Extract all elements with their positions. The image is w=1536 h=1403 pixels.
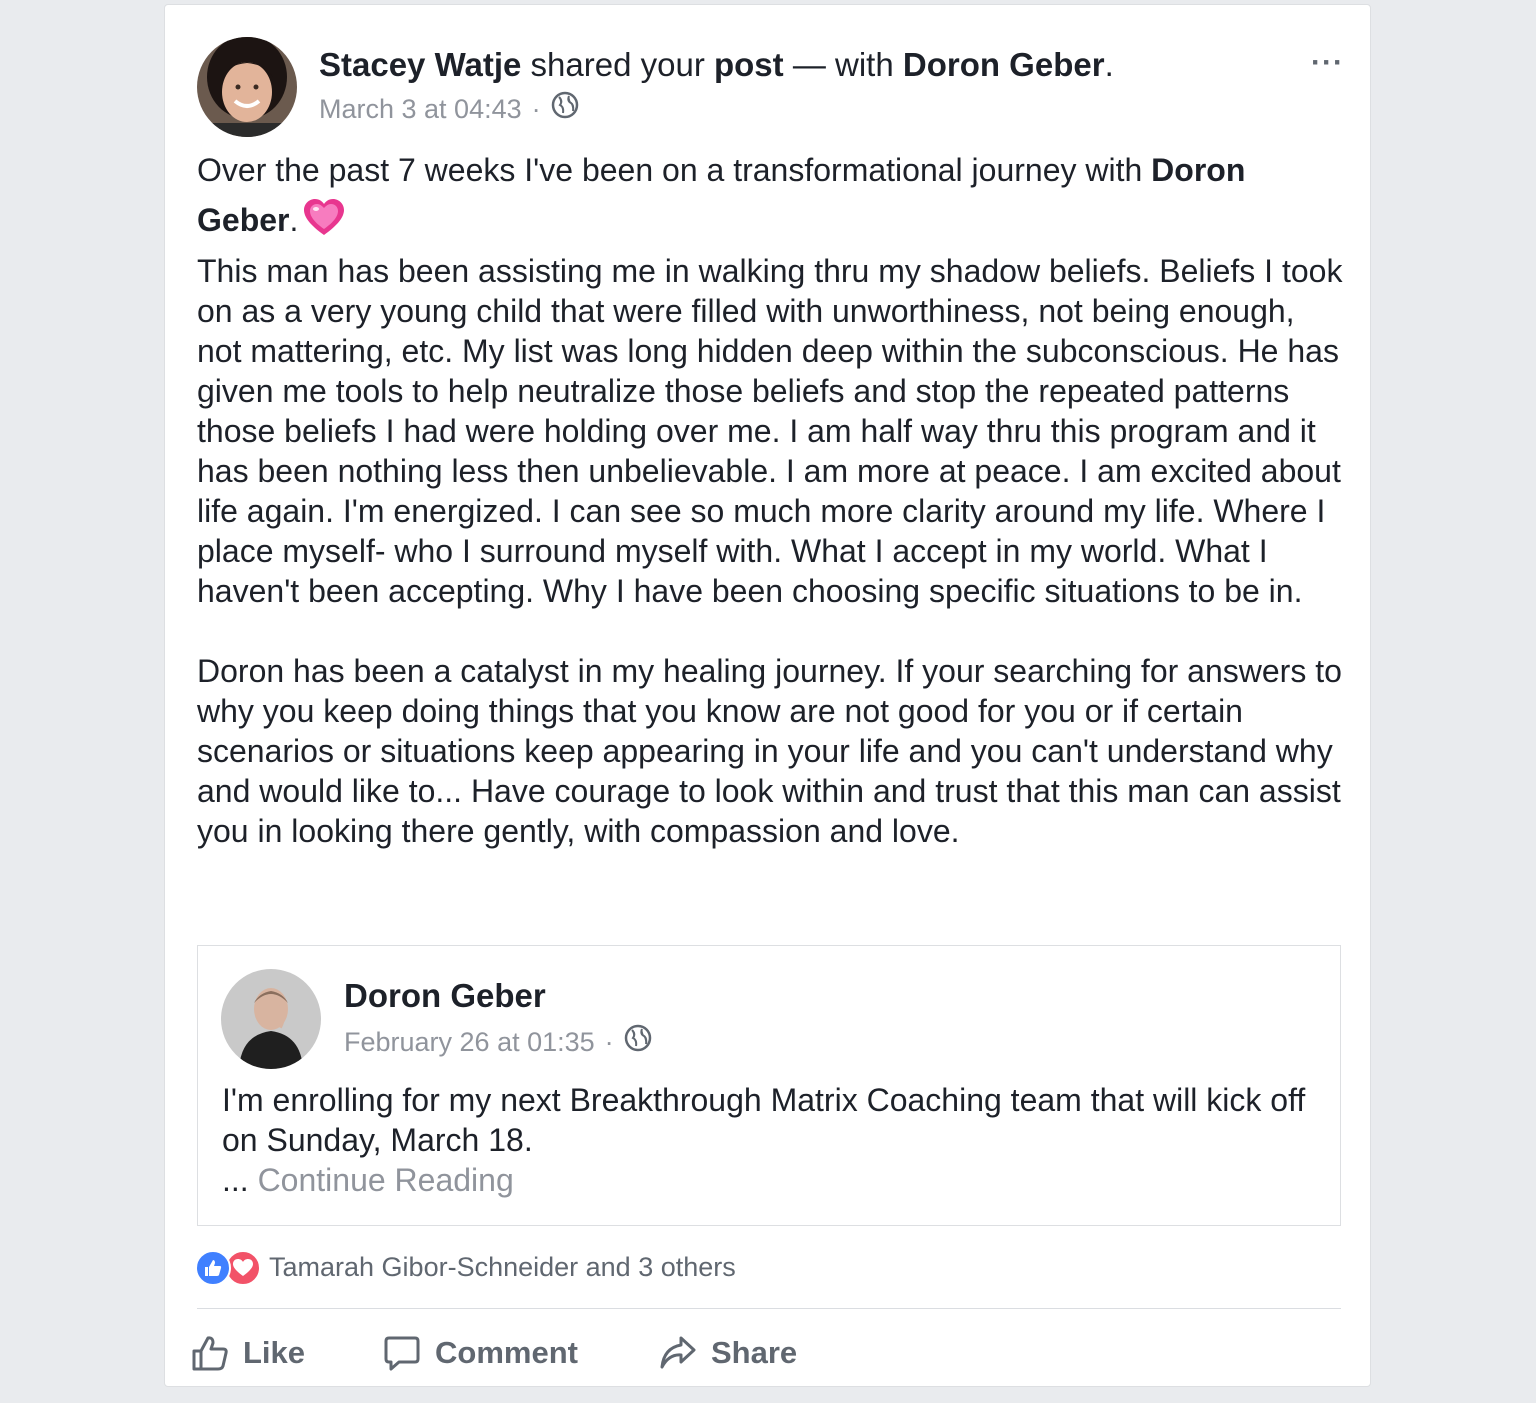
reaction-icons [195,1250,261,1286]
sparkling-heart-emoji [304,199,345,251]
ellipsis: ... [222,1162,249,1198]
shared-post-body: I'm enrolling for my next Breakthrough M… [222,1082,1306,1158]
post-paragraph-2: Doron has been a catalyst in my healing … [197,653,1342,849]
shared-post-text: I'm enrolling for my next Breakthrough M… [222,1080,1312,1200]
intro-text: Over the past 7 weeks I've been on a tra… [197,152,1143,188]
like-reaction-icon [195,1250,231,1286]
post-body: Over the past 7 weeks I've been on a tra… [197,145,1347,851]
share-label: Share [711,1335,798,1370]
shared-meta-separator: · [604,1027,614,1057]
shared-author-name[interactable]: Doron Geber [344,974,546,1018]
author-name[interactable]: Stacey Watje [319,46,521,83]
globe-icon[interactable] [624,1024,652,1060]
shared-post-card[interactable]: Doron Geber February 26 at 01:35 · I'm e… [197,945,1341,1226]
intro-period: . [289,202,299,238]
like-icon [192,1336,228,1371]
globe-icon[interactable] [551,91,579,127]
actions-divider [197,1308,1341,1309]
post-card: Stacey Watje shared your post — with Dor… [164,4,1371,1387]
continue-reading-link[interactable]: Continue Reading [258,1162,514,1198]
post-timestamp[interactable]: March 3 at 04:43 [319,92,522,126]
comment-icon [384,1336,420,1371]
header-action-text: shared your [530,46,705,83]
more-options-icon[interactable]: ··· [1311,48,1344,78]
meta-separator: · [531,94,541,124]
shared-post-timestamp[interactable]: February 26 at 01:35 [344,1025,595,1059]
share-button[interactable]: Share [659,1334,797,1372]
shared-post-link[interactable]: post [714,46,784,83]
shared-author-avatar[interactable] [221,969,321,1069]
post-meta: March 3 at 04:43 · [319,91,579,127]
shared-post-meta: February 26 at 01:35 · [344,1024,652,1060]
continue-reading-row: ... Continue Reading [222,1160,1312,1200]
post-intro: Over the past 7 weeks I've been on a tra… [197,145,1347,251]
share-icon [660,1336,696,1369]
comment-button[interactable]: Comment [383,1334,659,1372]
header-period: . [1104,46,1114,83]
like-label: Like [243,1335,306,1370]
reactions-summary-text[interactable]: Tamarah Gibor-Schneider and 3 others [269,1252,736,1283]
like-button[interactable]: Like [191,1334,383,1372]
header-with-text: — with [792,46,894,83]
author-avatar[interactable] [197,37,297,137]
action-bar: Like Comment Share [191,1327,797,1379]
comment-label: Comment [435,1335,578,1370]
tagged-user[interactable]: Doron Geber [903,46,1105,83]
reactions-summary[interactable]: Tamarah Gibor-Schneider and 3 others [195,1249,736,1286]
post-paragraph-1: This man has been assisting me in walkin… [197,253,1343,609]
post-header: Stacey Watje shared your post — with Dor… [319,43,1114,87]
